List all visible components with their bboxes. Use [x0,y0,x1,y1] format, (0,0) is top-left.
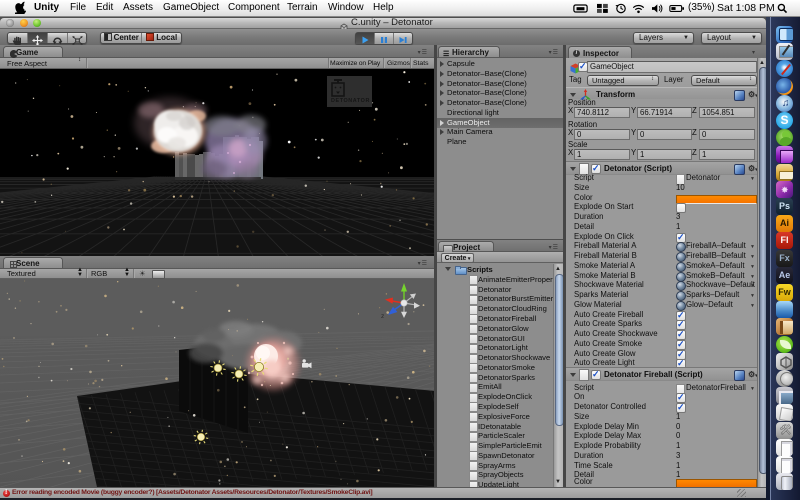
svg-text:DETONATOR: DETONATOR [331,98,370,104]
svg-text:z: z [381,313,384,320]
